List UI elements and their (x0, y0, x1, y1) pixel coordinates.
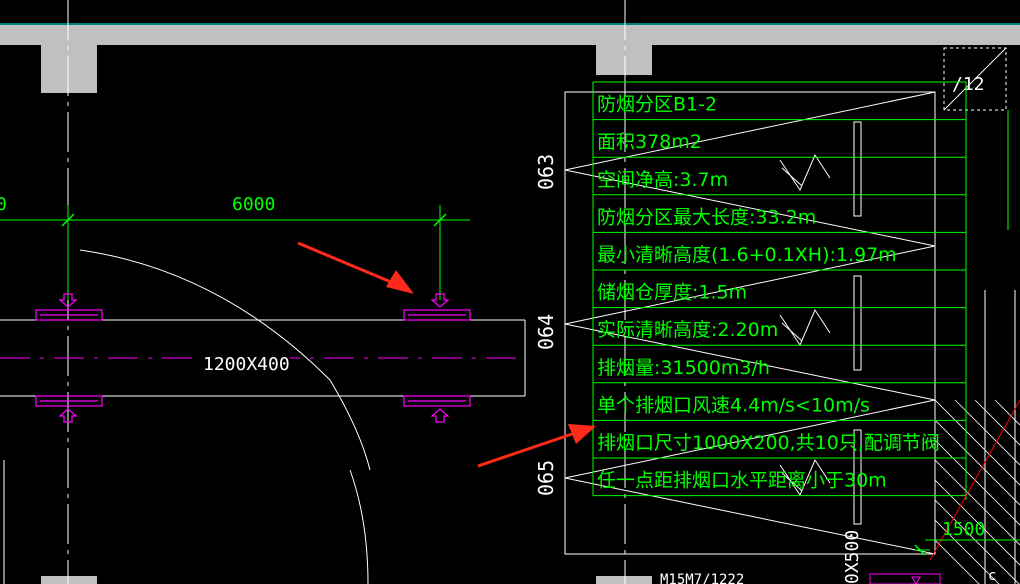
table-row-text: 排烟量:31500m3/h (597, 357, 770, 379)
table-row-text: 储烟仓厚度:1.5m (597, 282, 747, 304)
red-arrow-2-shaft (477, 430, 579, 468)
table-row-text: 最小清晰高度(1.6+0.1XH):1.97m (597, 244, 897, 266)
cad-drawing: 0 6000 1200X400 063 064 065 /12 1500 0X5… (0, 0, 1020, 584)
table-row-text: 防烟分区最大长度:33.2m (597, 206, 816, 228)
dim-bottom-right-text: 1500 (942, 519, 985, 540)
column-bottom-left (41, 576, 97, 584)
elevation-label-3: 065 (534, 460, 558, 496)
cad-viewport[interactable]: 0 6000 1200X400 063 064 065 /12 1500 0X5… (0, 0, 1020, 584)
red-arrow-1-icon (386, 270, 414, 294)
dim-bottom-left-text: 0X500 (842, 530, 863, 584)
bottom-right-char: c (988, 568, 996, 584)
curtain-symbols (779, 121, 862, 525)
hatched-area (935, 400, 1020, 584)
outlet-bottom-arrow-icon (911, 576, 921, 584)
table-row-text: 单个排烟口风速4.4m/s<10m/s (597, 394, 870, 416)
elevation-label-2: 064 (534, 314, 558, 350)
column-bottom-right (596, 576, 652, 584)
duct-size-label: 1200X400 (203, 354, 290, 375)
outlet-arrow-4-icon (430, 408, 450, 423)
table-row-text: 空间净高:3.7m (597, 169, 728, 191)
bottom-text: M15M7/1222 (660, 572, 744, 584)
column-right (596, 45, 652, 75)
dimension-left-text: 0 (0, 194, 7, 215)
arc-line-2 (349, 469, 369, 584)
grid-bubble-text: /12 (952, 74, 985, 95)
outlet-bottom-edge[interactable] (869, 573, 941, 584)
annotation-arrows (297, 241, 596, 468)
elevation-label-1: 063 (534, 154, 558, 190)
red-arrow-1-shaft (297, 241, 399, 287)
dimension-mid-text: 6000 (232, 194, 275, 215)
table-row-text: 排烟口尺寸1000X200,共10只,配调节阀 (597, 432, 940, 454)
top-wall (0, 25, 1020, 45)
table-row-text: 防烟分区B1-2 (597, 94, 717, 116)
column-left (41, 45, 97, 93)
table-row-text: 实际清晰高度:2.20m (597, 319, 778, 341)
table-row-text: 任一点距排烟口水平距离小于30m (597, 470, 887, 492)
smoke-info-table: 防烟分区B1-2 面积378m2 空间净高:3.7m 防烟分区最大长度:33.2m 最小… (592, 81, 966, 497)
red-arrow-2-icon (568, 424, 596, 444)
table-row-text: 面积378m2 (597, 131, 702, 153)
